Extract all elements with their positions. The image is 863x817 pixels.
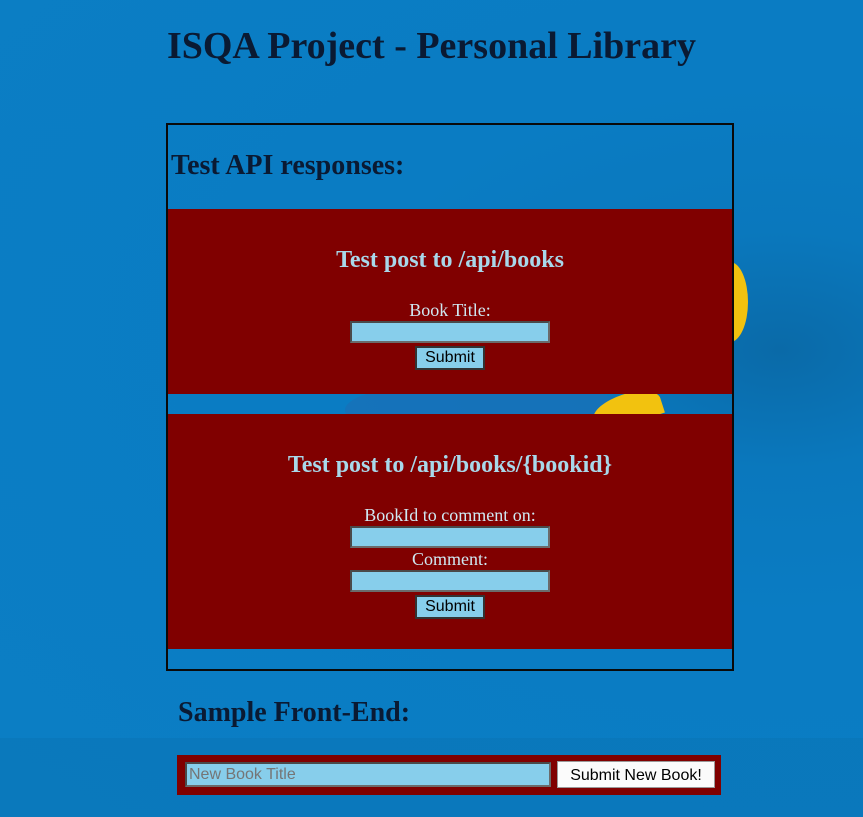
- submit-comment-button[interactable]: Submit: [415, 595, 485, 619]
- test-post-comment-form: Test post to /api/books/{bookid} BookId …: [168, 414, 732, 649]
- new-book-title-input[interactable]: [185, 762, 551, 787]
- book-title-label: Book Title:: [409, 300, 491, 320]
- comment-input[interactable]: [350, 570, 550, 592]
- bookid-input[interactable]: [350, 526, 550, 548]
- book-title-input[interactable]: [350, 321, 550, 343]
- comment-label: Comment:: [412, 549, 488, 569]
- test-api-heading: Test API responses:: [171, 150, 405, 181]
- test-post-books-form: Test post to /api/books Book Title: Subm…: [168, 209, 732, 394]
- test-post-comment-heading: Test post to /api/books/{bookid}: [287, 452, 613, 478]
- bookid-label: BookId to comment on:: [364, 505, 536, 525]
- submit-new-book-button[interactable]: Submit New Book!: [557, 761, 715, 788]
- sample-front-end-heading: Sample Front-End:: [178, 697, 411, 728]
- test-api-section: Test API responses: Test post to /api/bo…: [166, 123, 734, 671]
- page-title: ISQA Project - Personal Library: [166, 25, 697, 67]
- submit-book-button[interactable]: Submit: [415, 346, 485, 370]
- new-book-form: Submit New Book!: [177, 755, 721, 795]
- test-post-books-heading: Test post to /api/books: [336, 247, 564, 273]
- page: ISQA Project - Personal Library Test API…: [0, 0, 863, 817]
